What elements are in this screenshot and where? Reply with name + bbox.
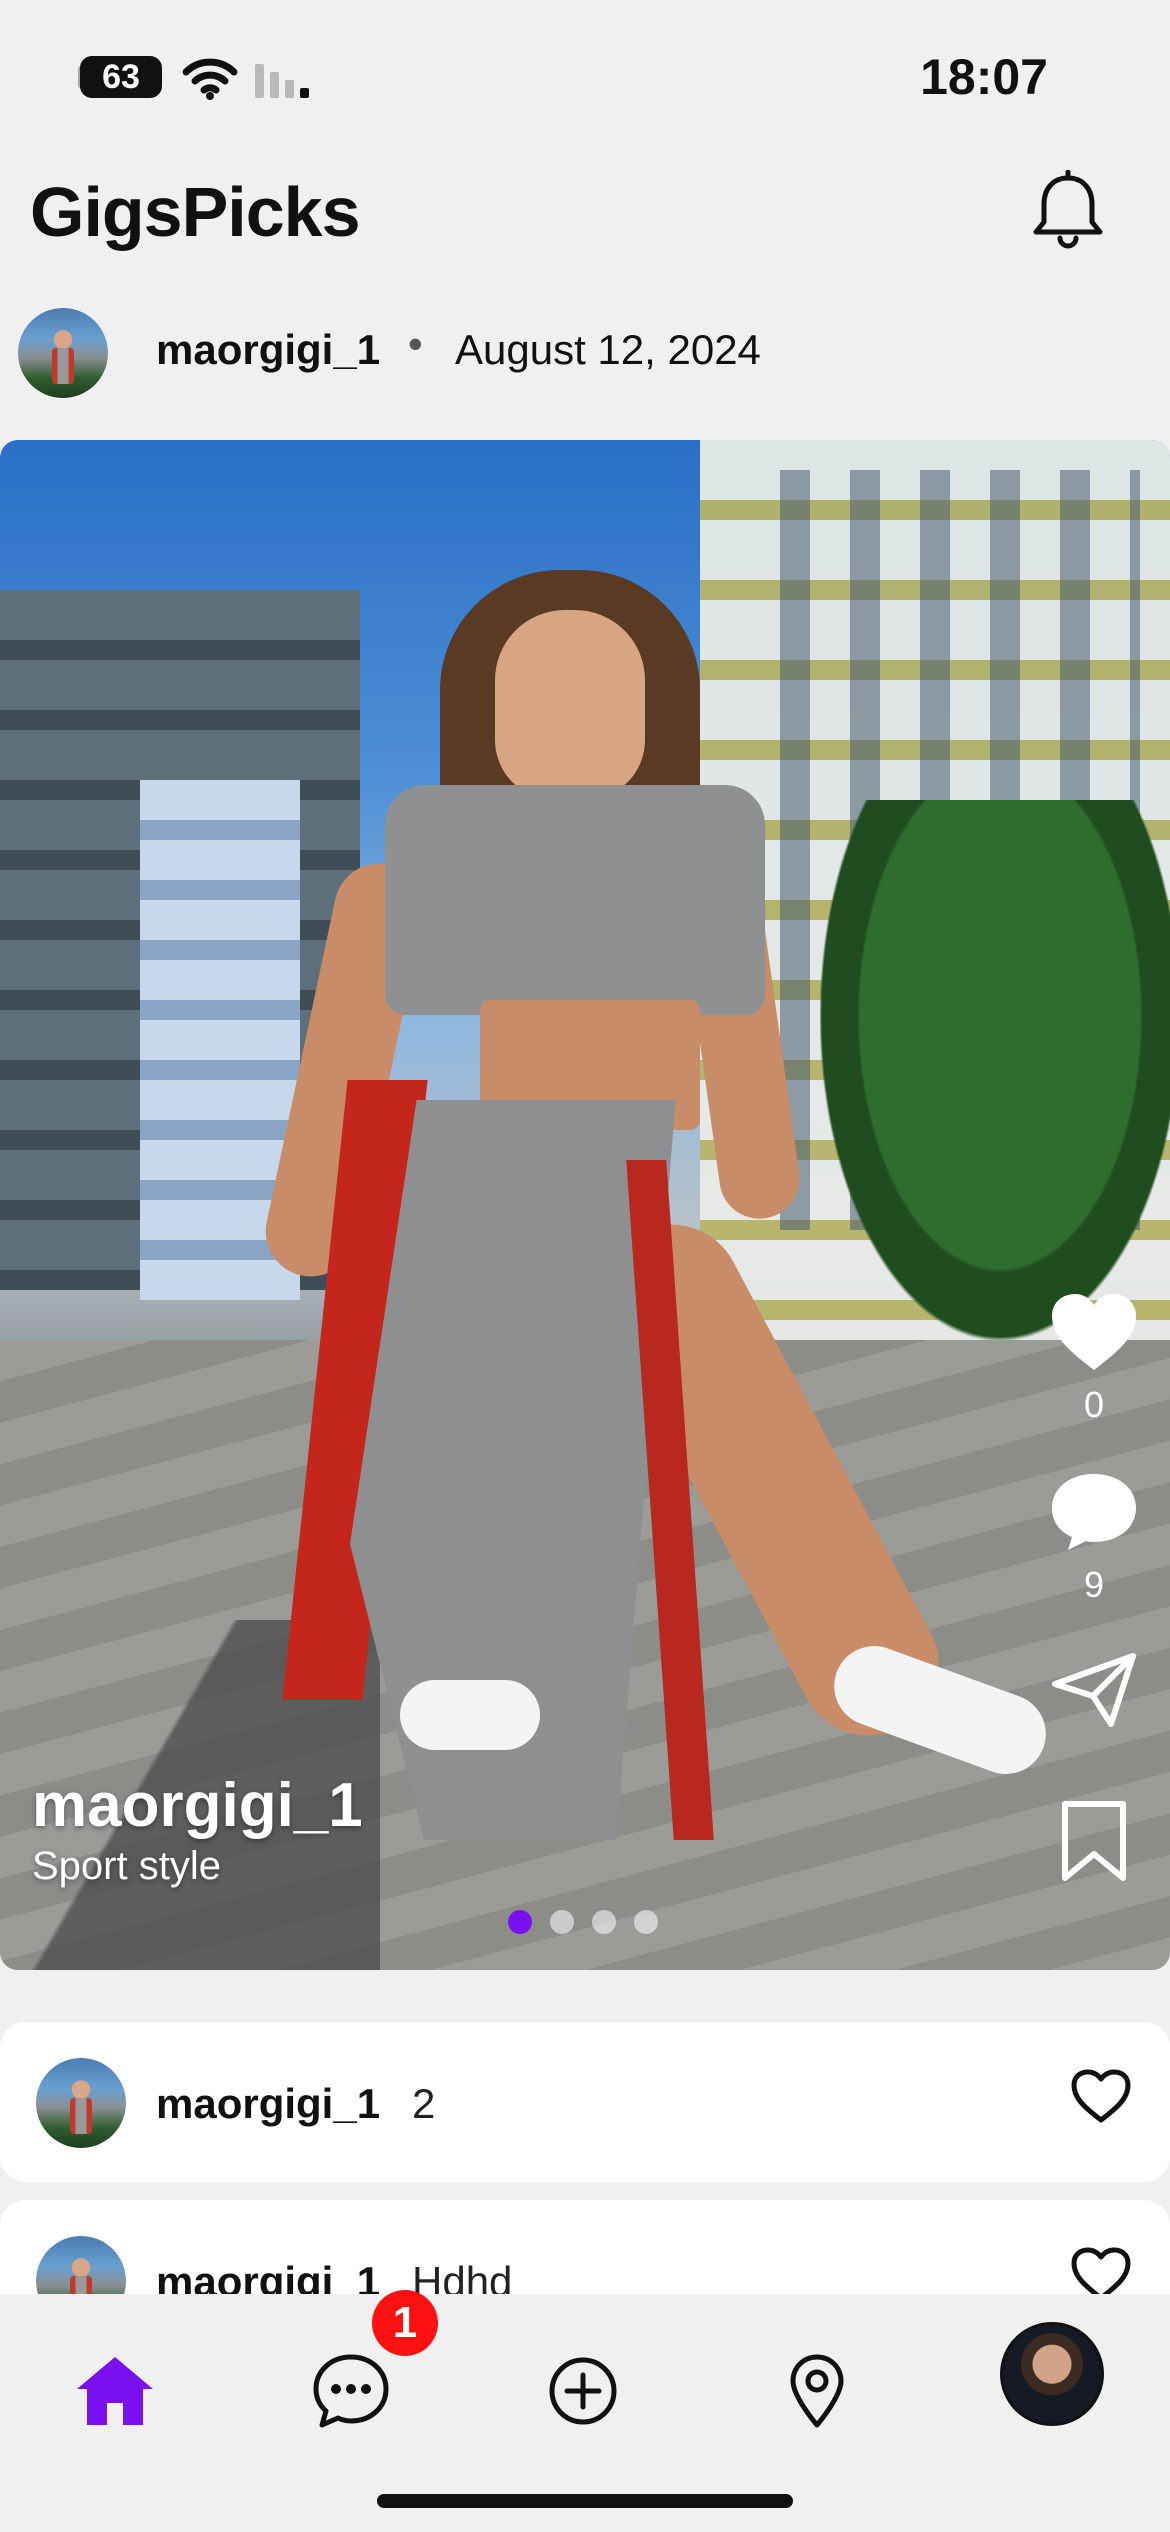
comment-item[interactable]: maorgigi_1 2 xyxy=(0,2022,1170,2182)
like-count: 0 xyxy=(1083,1384,1105,1425)
media-overlay-username[interactable]: maorgigi_1 xyxy=(32,1770,363,1841)
bell-icon[interactable] xyxy=(1028,170,1108,254)
carousel-page-indicator[interactable] xyxy=(508,1910,658,1934)
comment-text: 2 xyxy=(412,2080,436,2127)
meta-separator: • xyxy=(408,320,423,367)
post-media[interactable]: maorgigi_1 Sport style xyxy=(0,440,1170,1970)
tab-home[interactable] xyxy=(60,2336,170,2446)
photo-figure-face xyxy=(495,610,645,800)
save-action[interactable] xyxy=(1046,1800,1142,1884)
comment-bubble-icon[interactable] xyxy=(1048,1470,1140,1554)
share-action[interactable] xyxy=(1046,1650,1142,1730)
page-dot-2[interactable] xyxy=(550,1910,574,1934)
plus-circle-icon[interactable] xyxy=(548,2356,618,2426)
heart-outline-icon[interactable] xyxy=(1070,2068,1132,2124)
cellular-signal-icon xyxy=(255,64,309,98)
like-action[interactable]: 0 xyxy=(1046,1290,1142,1426)
post-author-username[interactable]: maorgigi_1 xyxy=(156,326,380,374)
page-dot-1[interactable] xyxy=(508,1910,532,1934)
send-icon[interactable] xyxy=(1049,1650,1139,1730)
status-time: 18:07 xyxy=(920,49,1048,105)
battery-indicator: 63 xyxy=(80,56,162,98)
messages-icon[interactable] xyxy=(311,2352,391,2430)
post-date: August 12, 2024 xyxy=(455,326,761,373)
tab-profile-avatar[interactable] xyxy=(1000,2322,1104,2426)
heart-icon[interactable] xyxy=(1048,1290,1140,1374)
map-pin-icon[interactable] xyxy=(787,2353,847,2429)
page-dot-3[interactable] xyxy=(592,1910,616,1934)
app-title: GigsPicks xyxy=(30,173,361,251)
comment-action[interactable]: 9 xyxy=(1046,1470,1142,1606)
photo-trees xyxy=(820,800,1170,1340)
comment-author-avatar[interactable] xyxy=(36,2058,126,2148)
page-dot-4[interactable] xyxy=(634,1910,658,1934)
bookmark-icon[interactable] xyxy=(1059,1800,1129,1884)
tab-map[interactable] xyxy=(762,2336,872,2446)
messages-badge: 1 xyxy=(372,2290,438,2356)
post-author-avatar[interactable] xyxy=(18,308,108,398)
wifi-icon xyxy=(182,58,238,100)
status-bar: 63 18:07 xyxy=(0,0,1170,150)
comment-count: 9 xyxy=(1083,1564,1105,1605)
photo-figure-top xyxy=(385,785,765,1015)
home-icon[interactable] xyxy=(73,2353,157,2429)
tab-create[interactable] xyxy=(528,2336,638,2446)
media-caption: Sport style xyxy=(32,1844,221,1888)
home-indicator[interactable] xyxy=(377,2494,793,2508)
comment-author-username[interactable]: maorgigi_1 xyxy=(156,2080,380,2128)
photo-figure-shoe-left xyxy=(400,1680,540,1750)
